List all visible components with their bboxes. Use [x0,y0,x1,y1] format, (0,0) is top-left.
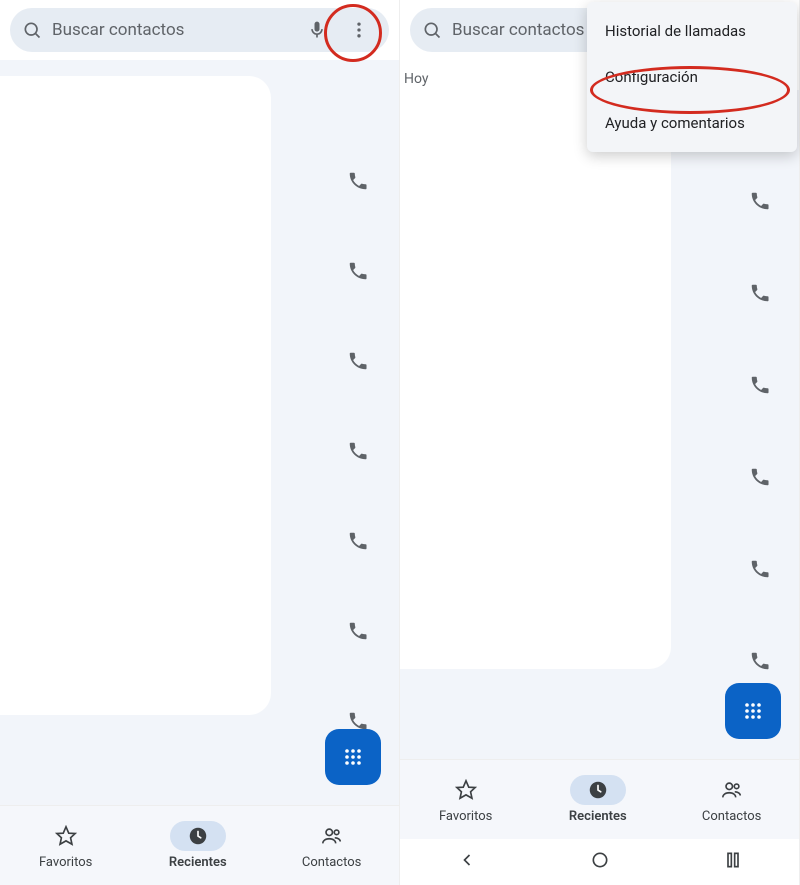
people-icon [704,775,760,805]
search-icon [22,20,42,40]
clock-icon [170,821,226,851]
today-label: Hoy [404,71,429,87]
star-icon [38,821,94,851]
nav-favorites[interactable]: Favoritos [438,775,494,824]
clock-icon [570,775,626,805]
phone-icon[interactable] [749,650,771,676]
search-bar[interactable]: Buscar contactos [10,8,389,52]
phone-icon[interactable] [749,374,771,400]
content-panel [0,76,271,715]
phone-icon[interactable] [347,260,369,286]
bottom-nav: Favoritos Recientes Contactos [400,759,799,839]
nav-label: Contactos [702,809,761,824]
people-icon [304,821,360,851]
overflow-menu: Historial de llamadas Configuración Ayud… [587,2,797,152]
dialpad-fab[interactable] [325,729,381,785]
phone-icon[interactable] [749,282,771,308]
bottom-nav: Favoritos Recientes Contactos [0,805,399,885]
phone-icon[interactable] [749,558,771,584]
star-icon [438,775,494,805]
home-icon[interactable] [590,850,610,874]
phone-icon[interactable] [347,440,369,466]
phone-screen-left: Buscar contactos Favoritos [0,0,400,885]
mic-icon[interactable] [307,20,327,40]
phone-screen-right: Buscar contactos Hoy Favoritos Recientes [400,0,800,885]
nav-recents[interactable]: Recientes [169,821,227,870]
nav-recents[interactable]: Recientes [569,775,627,824]
phone-icon[interactable] [749,190,771,216]
phone-icon[interactable] [347,620,369,646]
nav-label: Contactos [302,855,361,870]
recent-calls-content [400,90,799,759]
call-icons-list [347,170,369,736]
nav-label: Recientes [569,809,627,824]
nav-label: Favoritos [39,855,92,870]
recent-calls-content [0,60,399,805]
back-icon[interactable] [457,850,477,874]
search-placeholder: Buscar contactos [52,20,297,40]
system-nav [400,839,799,885]
call-icons-list [749,190,771,676]
nav-contacts[interactable]: Contactos [302,821,361,870]
nav-label: Favoritos [439,809,492,824]
phone-icon[interactable] [749,466,771,492]
menu-settings[interactable]: Configuración [587,54,797,100]
dialpad-fab[interactable] [725,683,781,739]
phone-icon[interactable] [347,350,369,376]
search-icon [422,20,442,40]
more-options-button[interactable] [341,12,377,48]
nav-favorites[interactable]: Favoritos [38,821,94,870]
nav-label: Recientes [169,855,227,870]
menu-history[interactable]: Historial de llamadas [587,8,797,54]
menu-help[interactable]: Ayuda y comentarios [587,100,797,146]
nav-contacts[interactable]: Contactos [702,775,761,824]
phone-icon[interactable] [347,170,369,196]
phone-icon[interactable] [347,530,369,556]
recent-apps-icon[interactable] [723,850,743,874]
content-panel [400,90,671,669]
